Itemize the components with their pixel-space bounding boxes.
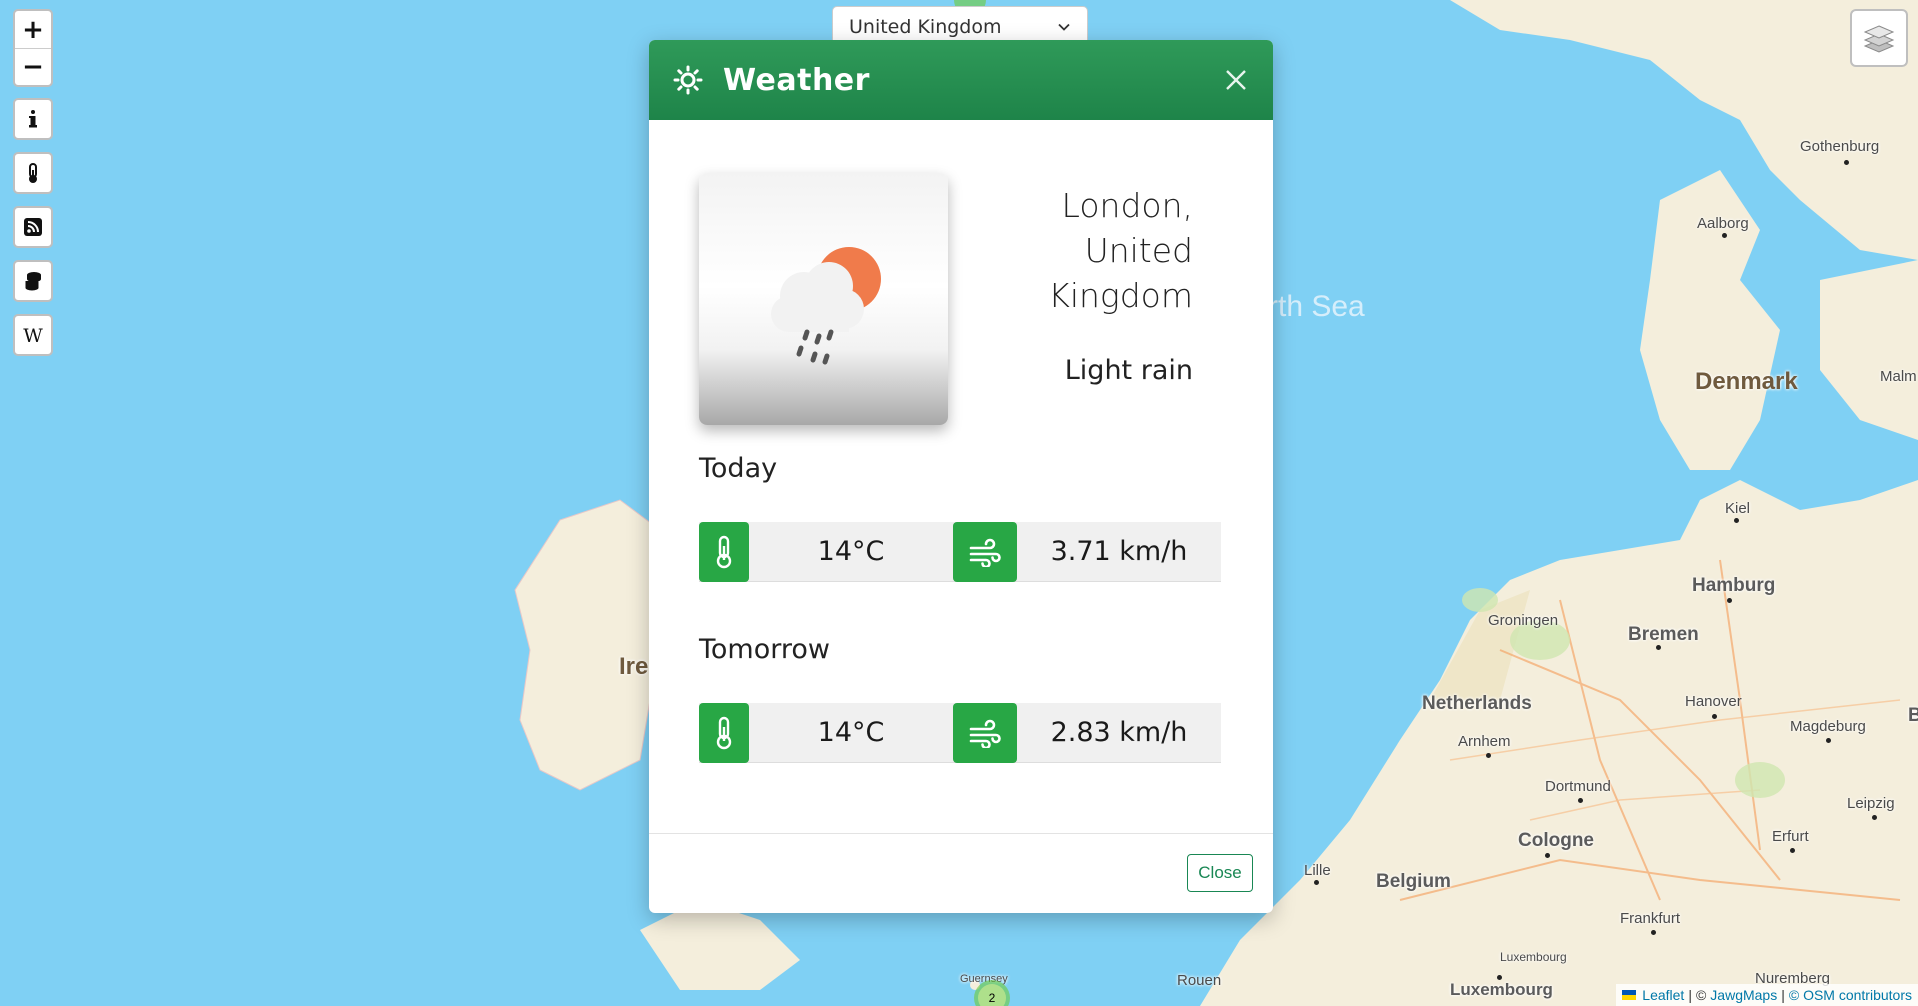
wind-badge	[953, 522, 1017, 582]
currency-button[interactable]	[13, 260, 53, 302]
chevron-down-icon	[1058, 23, 1070, 31]
map-label-luxembourg-city: Luxembourg	[1450, 980, 1553, 999]
tomorrow-temperature: 14°C	[699, 703, 953, 763]
today-label: Today	[699, 453, 778, 484]
tomorrow-stats: 14°C 2.83 km/h	[699, 703, 1221, 763]
map-label-netherlands: Netherlands	[1422, 693, 1532, 714]
map-label-frankfurt: Frankfurt	[1620, 910, 1681, 927]
weather-modal: Weather London, United Kingdom Light rai…	[649, 40, 1273, 913]
city-dot	[1486, 753, 1491, 758]
temperature-badge	[699, 703, 749, 763]
sun-icon	[673, 65, 703, 95]
weather-description: Light rain	[1064, 355, 1193, 386]
city-dot	[1578, 798, 1583, 803]
layers-icon	[1863, 25, 1895, 53]
light-rain-icon	[770, 247, 881, 365]
today-temperature-value: 14°C	[817, 536, 885, 567]
map-label-edge: B	[1908, 705, 1918, 726]
map-label-groningen: Groningen	[1488, 612, 1559, 629]
info-icon	[29, 110, 37, 128]
map-label-aalborg: Aalborg	[1697, 215, 1749, 232]
tomorrow-temperature-value: 14°C	[817, 717, 885, 748]
today-wind-value: 3.71 km/h	[1050, 536, 1188, 567]
ukraine-flag-icon	[1622, 990, 1637, 1000]
map-label-leipzig: Leipzig	[1847, 795, 1895, 812]
map-label-bremen: Bremen	[1628, 624, 1699, 645]
city-dot	[1656, 645, 1661, 650]
zoom-in-button[interactable]: +	[15, 11, 51, 48]
city-dot	[1826, 738, 1831, 743]
modal-header: Weather	[649, 40, 1273, 120]
map-label-belgium: Belgium	[1376, 871, 1451, 892]
wikipedia-icon: W	[23, 325, 43, 347]
zoom-control: + −	[13, 9, 53, 87]
tomorrow-wind: 2.83 km/h	[953, 703, 1221, 763]
temperature-button[interactable]	[13, 152, 53, 194]
map-label-cologne: Cologne	[1518, 830, 1594, 851]
city-dot	[1872, 815, 1877, 820]
map-label-lille: Lille	[1304, 862, 1331, 879]
map-label-rouen: Rouen	[1177, 972, 1222, 989]
today-wind: 3.71 km/h	[953, 522, 1221, 582]
thermometer-icon	[716, 716, 732, 750]
map-label-malmo: Malm	[1880, 368, 1917, 385]
rss-icon	[24, 218, 42, 236]
today-temperature: 14°C	[699, 522, 953, 582]
zoom-out-button[interactable]: −	[15, 48, 51, 85]
map-label-luxembourg-country: Luxembourg	[1500, 950, 1567, 964]
thermometer-icon	[716, 535, 732, 569]
map-label-north-sea: rth Sea	[1268, 290, 1365, 323]
attribution-separator: |	[1781, 987, 1785, 1003]
wind-icon	[969, 538, 1001, 567]
map-label-ireland: Ire	[619, 653, 649, 680]
map-attribution: Leaflet | © JawgMaps | © OSM contributor…	[1616, 984, 1918, 1006]
attribution-copyright: ©	[1695, 987, 1707, 1003]
svg-text:W: W	[23, 325, 43, 347]
modal-footer: Close	[649, 833, 1273, 913]
city-dot	[1844, 160, 1849, 165]
map-label-hamburg: Hamburg	[1692, 575, 1776, 596]
info-button[interactable]	[13, 98, 53, 140]
today-stats: 14°C 3.71 km/h	[699, 522, 1221, 582]
leaflet-link[interactable]: Leaflet	[1642, 987, 1684, 1003]
map-label-kiel: Kiel	[1725, 500, 1751, 517]
wind-badge	[953, 703, 1017, 763]
country-select-value: United Kingdom	[849, 16, 1002, 38]
map-label-erfurt: Erfurt	[1772, 828, 1809, 845]
city-dot	[1734, 518, 1739, 523]
city-dot	[1727, 598, 1732, 603]
map-label-gothenburg: Gothenburg	[1800, 138, 1880, 155]
temperature-badge	[699, 522, 749, 582]
city-dot	[1722, 233, 1727, 238]
coins-icon	[24, 272, 41, 292]
city-dot	[1790, 848, 1795, 853]
modal-body: London, United Kingdom Light rain Today …	[649, 120, 1273, 833]
wind-icon	[969, 719, 1001, 748]
close-button[interactable]: Close	[1187, 854, 1253, 892]
modal-title: Weather	[723, 62, 870, 98]
weather-condition-image	[699, 173, 948, 425]
map-label-magdeburg: Magdeburg	[1790, 718, 1866, 735]
thermometer-icon	[29, 163, 37, 183]
attribution-separator: |	[1688, 987, 1692, 1003]
map-label-hanover: Hanover	[1685, 693, 1742, 710]
city-dot	[1314, 880, 1319, 885]
news-button[interactable]	[13, 206, 53, 248]
map-label-denmark: Denmark	[1695, 368, 1798, 395]
tomorrow-wind-value: 2.83 km/h	[1050, 717, 1188, 748]
location-name: London, United Kingdom	[1048, 186, 1193, 315]
city-dot	[1497, 975, 1502, 980]
map-label-arnhem: Arnhem	[1458, 733, 1511, 750]
city-dot	[1651, 930, 1656, 935]
layers-button[interactable]	[1850, 9, 1908, 67]
jawg-link[interactable]: JawgMaps	[1710, 987, 1777, 1003]
marker-cluster-count: 2	[978, 984, 1006, 1006]
close-icon[interactable]	[1223, 67, 1249, 93]
map-label-dortmund: Dortmund	[1545, 778, 1611, 795]
city-dot	[1712, 714, 1717, 719]
osm-link[interactable]: © OSM contributors	[1789, 987, 1912, 1003]
city-dot	[1545, 853, 1550, 858]
wikipedia-button[interactable]: W	[13, 314, 53, 356]
tomorrow-label: Tomorrow	[699, 634, 830, 665]
